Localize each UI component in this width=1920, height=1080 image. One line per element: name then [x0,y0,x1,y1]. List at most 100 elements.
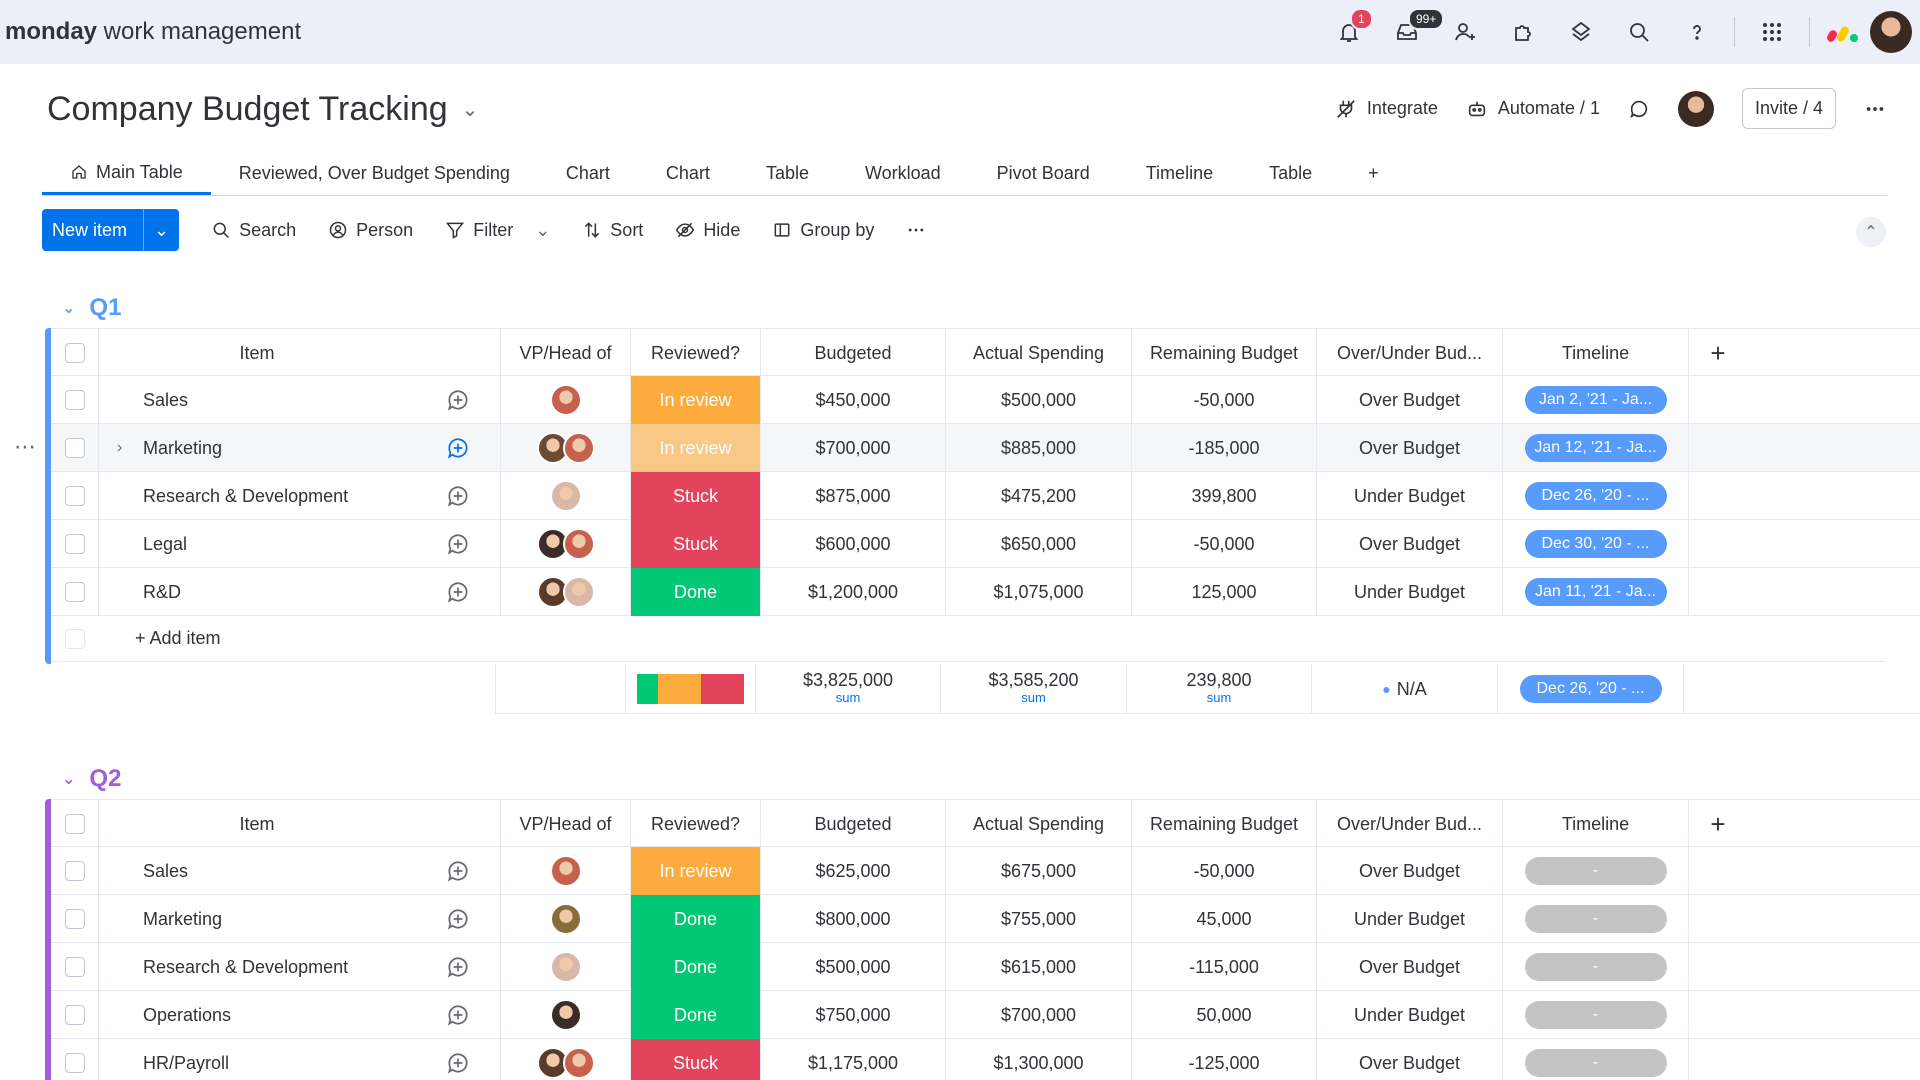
budgeted-cell[interactable]: $1,175,000 [761,1039,946,1080]
apps-marketplace-button[interactable] [1494,0,1552,64]
board-menu-button[interactable] [1864,98,1886,120]
chevron-down-icon[interactable]: ⌄ [462,97,479,122]
table-row[interactable]: R&D Done $1,200,000 $1,075,000 125,000 Under … [51,568,1920,616]
row-checkbox[interactable] [64,486,85,506]
table-row[interactable]: HR/Payroll Stuck $1,175,000 $1,300,000 -125,… [51,1039,1920,1080]
add-column-button[interactable]: + [1689,329,1747,377]
row-checkbox-cell[interactable] [51,568,99,616]
status-cell[interactable]: Done [631,568,761,616]
chevron-down-icon[interactable]: ⌄ [535,220,550,241]
chevron-right-icon[interactable]: › [117,439,122,457]
checkbox[interactable] [64,343,85,363]
table-row[interactable]: Research & Development Stuck $875,000 $475,… [51,472,1920,520]
timeline-cell[interactable]: - [1503,943,1689,991]
status-cell[interactable]: In review [631,424,761,472]
timeline-summary-pill[interactable]: Dec 26, '20 - ... [1519,675,1662,703]
row-checkbox-cell[interactable] [51,376,99,424]
avatar[interactable] [562,432,595,464]
item-name-cell[interactable]: R&D [99,568,415,616]
header-reviewed[interactable]: Reviewed? [631,329,761,377]
timeline-pill[interactable]: - [1524,953,1667,981]
header-actual[interactable]: Actual Spending [946,329,1132,377]
tab-6[interactable]: Workload [837,152,969,195]
row-checkbox-cell[interactable] [51,520,99,568]
header-item[interactable]: Item [99,800,415,848]
timeline-cell[interactable]: Jan 12, '21 - Ja... [1503,424,1689,472]
status-cell[interactable]: Done [631,895,761,943]
row-checkbox-cell[interactable] [51,943,99,991]
actual-spending-cell[interactable]: $650,000 [946,520,1132,568]
timeline-cell[interactable]: - [1503,847,1689,895]
row-checkbox[interactable] [64,582,85,602]
board-title[interactable]: Company Budget Tracking ⌄ [47,90,478,129]
row-checkbox[interactable] [64,1005,85,1025]
group-header-q2[interactable]: ⌄ Q2 [62,765,121,793]
budgeted-cell[interactable]: $500,000 [761,943,946,991]
vp-people-cell[interactable] [501,568,631,616]
timeline-cell[interactable]: Dec 26, '20 - ... [1503,472,1689,520]
item-name-cell[interactable]: Sales [99,847,415,895]
search-button[interactable]: Search [211,220,296,241]
header-actual[interactable]: Actual Spending [946,800,1132,848]
budgeted-cell[interactable]: $625,000 [761,847,946,895]
row-checkbox[interactable] [64,909,85,929]
header-vp[interactable]: VP/Head of [501,329,631,377]
header-remaining[interactable]: Remaining Budget [1132,329,1317,377]
automate-button[interactable]: Automate / 1 [1466,98,1600,120]
tab-8[interactable]: Timeline [1118,152,1241,195]
user-avatar[interactable] [1870,11,1912,53]
status-cell[interactable]: In review [631,376,761,424]
actual-spending-cell[interactable]: $1,300,000 [946,1039,1132,1080]
item-name-cell[interactable]: › Marketing [99,424,415,472]
vp-people-cell[interactable] [501,895,631,943]
row-checkbox[interactable] [64,534,85,554]
actual-spending-cell[interactable]: $615,000 [946,943,1132,991]
vp-people-cell[interactable] [501,472,631,520]
header-remaining[interactable]: Remaining Budget [1132,800,1317,848]
help-button[interactable] [1668,0,1726,64]
actual-spending-cell[interactable]: $885,000 [946,424,1132,472]
board-owner-avatar[interactable] [1677,90,1714,127]
status-cell[interactable]: Stuck [631,520,761,568]
timeline-pill[interactable]: - [1524,905,1667,933]
header-over-under[interactable]: Over/Under Bud... [1317,329,1503,377]
vp-people-cell[interactable] [501,991,631,1039]
timeline-cell[interactable]: Dec 30, '20 - ... [1503,520,1689,568]
item-name-cell[interactable]: Marketing [99,895,415,943]
status-cell[interactable]: Done [631,991,761,1039]
actual-spending-cell[interactable]: $1,075,000 [946,568,1132,616]
table-row[interactable]: Marketing Done $800,000 $755,000 45,000 Under… [51,895,1920,943]
avatar[interactable] [562,528,595,560]
status-cell[interactable]: Done [631,943,761,991]
vp-people-cell[interactable] [501,943,631,991]
vp-people-cell[interactable] [501,1039,631,1080]
timeline-pill[interactable]: Dec 26, '20 - ... [1524,482,1667,510]
item-name-cell[interactable]: Research & Development [99,472,415,520]
header-reviewed[interactable]: Reviewed? [631,800,761,848]
avatar[interactable] [549,951,582,983]
timeline-summary[interactable]: Dec 26, '20 - ... [1498,664,1684,714]
person-filter-button[interactable]: Person [328,220,413,241]
budgeted-cell[interactable]: $600,000 [761,520,946,568]
timeline-cell[interactable]: - [1503,895,1689,943]
row-checkbox-cell[interactable] [51,991,99,1039]
avatar[interactable] [549,903,582,935]
header-timeline[interactable]: Timeline [1503,329,1689,377]
timeline-pill[interactable]: Dec 30, '20 - ... [1524,530,1667,558]
row-checkbox-cell[interactable] [51,472,99,520]
budgeted-cell[interactable]: $750,000 [761,991,946,1039]
header-updates[interactable] [415,800,501,848]
add-update-button[interactable] [415,472,501,520]
timeline-cell[interactable]: - [1503,991,1689,1039]
add-update-button[interactable] [415,424,501,472]
select-all-checkbox[interactable] [51,800,99,848]
app-switcher-button[interactable] [1743,0,1801,64]
row-checkbox[interactable] [64,861,85,881]
actual-spending-cell[interactable]: $700,000 [946,991,1132,1039]
more-toolbar-button[interactable] [906,220,926,240]
chevron-down-icon[interactable]: ⌄ [62,769,75,789]
avatar[interactable] [549,855,582,887]
budgeted-cell[interactable]: $700,000 [761,424,946,472]
header-over-under[interactable]: Over/Under Bud... [1317,800,1503,848]
avatar[interactable] [549,999,582,1031]
